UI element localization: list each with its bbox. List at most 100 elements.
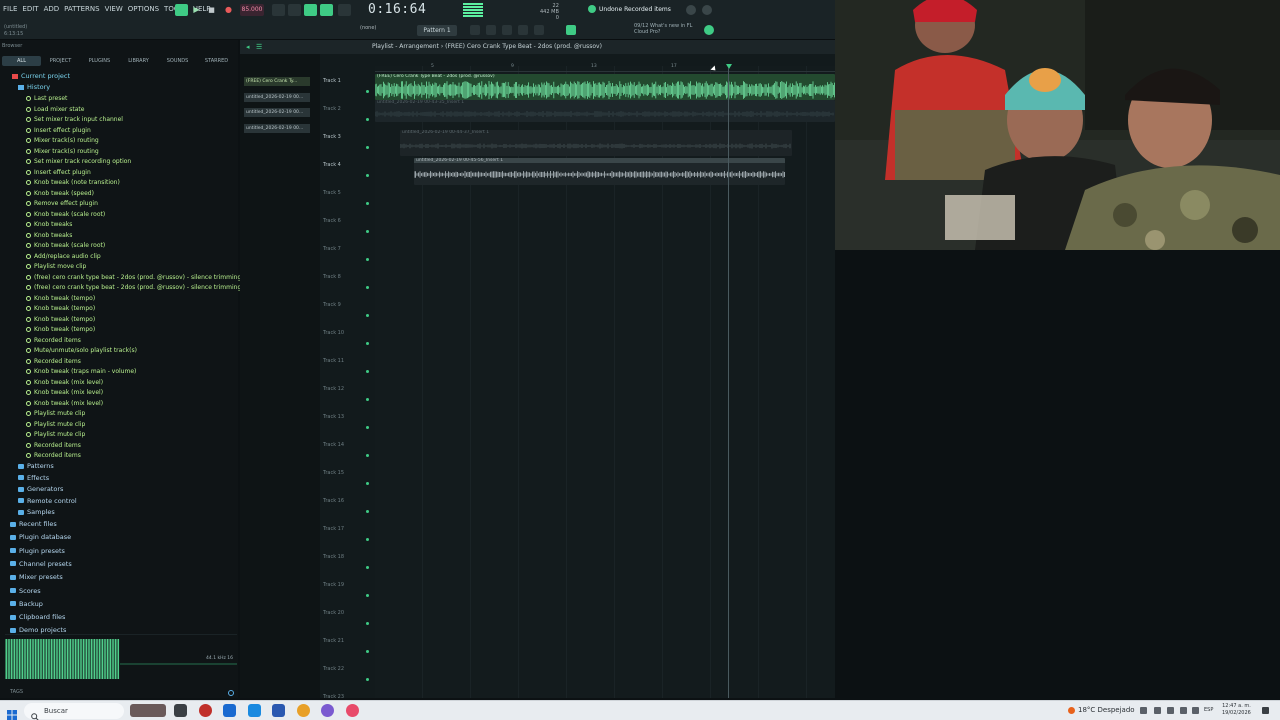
audio-clip[interactable]: untitled_2026-02-19 00-45-56_Insert 1 [414,158,785,185]
history-item[interactable]: Knob tweaks [26,232,72,239]
track-label[interactable]: Track 9 [323,302,341,308]
history-item[interactable]: Knob tweak (scale root) [26,211,105,218]
track-mute-led[interactable] [366,622,369,625]
menu-options[interactable]: OPTIONS [128,5,159,13]
edge-icon[interactable] [248,704,261,717]
track-label[interactable]: Track 2 [323,106,341,112]
app-icon[interactable] [346,704,359,717]
history-item[interactable]: (free) cero crank type beat - 2dos (prod… [26,284,271,291]
history-item[interactable]: Knob tweak (mix level) [26,400,103,407]
history-item[interactable]: Remove effect plugin [26,200,98,207]
history-item[interactable]: Playlist mute clip [26,410,85,417]
track-mute-led[interactable] [366,146,369,149]
history-item[interactable]: Knob tweak (tempo) [26,316,95,323]
file-explorer-icon[interactable] [223,704,236,717]
track-label[interactable]: Track 8 [323,274,341,280]
browser-folder-mixer-presets[interactable]: Mixer presets [10,573,63,581]
track-label[interactable]: Track 18 [323,554,344,560]
audio-clip[interactable]: (FREE) Cero Crank Type Beat - 2dos (prod… [375,74,835,100]
history-item[interactable]: Set mixer track input channel [26,116,123,123]
track-label[interactable]: Track 4 [323,162,341,168]
tab-library[interactable]: LIBRARY [119,56,158,66]
track-mute-led[interactable] [366,650,369,653]
snap-selector[interactable]: (none) [360,25,376,31]
track-mute-led[interactable] [366,510,369,513]
track-label[interactable]: Track 5 [323,190,341,196]
chrome-icon[interactable] [297,704,310,717]
history-item[interactable]: Knob tweak (mix level) [26,389,103,396]
piano-roll-icon[interactable] [486,25,496,35]
track-label[interactable]: Track 10 [323,330,344,336]
menu-view[interactable]: VIEW [105,5,123,13]
store-icon[interactable] [272,704,285,717]
taskbar-clock[interactable]: 12:47 a. m. 19/02/2026 [1222,703,1251,717]
menu-file[interactable]: FILE [3,5,17,13]
history-item[interactable]: Mixer track(s) routing [26,137,99,144]
history-item[interactable]: Knob tweak (tempo) [26,305,95,312]
browser-folder-scores[interactable]: Scores [10,587,41,595]
playhead-marker[interactable] [726,64,732,69]
track-label[interactable]: Track 17 [323,526,344,532]
tab-project[interactable]: PROJECT [41,56,80,66]
menu-icon[interactable]: ☰ [256,43,264,51]
track-mute-led[interactable] [366,314,369,317]
track-label[interactable]: Track 22 [323,666,344,672]
countdown-icon[interactable] [304,4,317,16]
history-item[interactable]: Mute/unmute/solo playlist track(s) [26,347,137,354]
history-item[interactable]: Playlist mute clip [26,431,85,438]
track-mute-led[interactable] [366,286,369,289]
search-highlight-icon[interactable] [130,704,166,717]
network-icon[interactable] [1167,707,1174,714]
track-mute-led[interactable] [366,454,369,457]
track-mute-led[interactable] [366,538,369,541]
pattern-song-toggle[interactable] [175,4,188,16]
history-item[interactable]: Mixer track(s) routing [26,148,99,155]
current-project-folder[interactable]: Current project [12,72,70,80]
history-item[interactable]: Insert effect plugin [26,169,91,176]
history-item[interactable]: Set mixer track recording option [26,158,131,165]
history-item[interactable]: Knob tweak (tempo) [26,295,95,302]
track-label[interactable]: Track 16 [323,498,344,504]
history-item[interactable]: Last preset [26,95,67,102]
browser-folder-backup[interactable]: Backup [10,600,43,608]
browser-folder-recent-files[interactable]: Recent files [10,520,57,528]
history-item[interactable]: Playlist mute clip [26,421,85,428]
track-label[interactable]: Track 13 [323,414,344,420]
fl-studio-taskbar-icon[interactable] [199,704,212,717]
search-icon[interactable] [228,690,234,696]
mixer-icon[interactable] [518,25,528,35]
track-label[interactable]: Track 1 [323,78,341,84]
metronome-icon[interactable] [272,4,285,16]
track-label[interactable]: Track 3 [323,134,341,140]
picker-clip[interactable]: (FREE) Cero Crank Ty... [244,77,310,86]
audio-clip-muted[interactable]: untitled_2026-02-19 00-43-35_Insert 1 [375,100,835,122]
playlist-icon[interactable] [470,25,480,35]
menu-edit[interactable]: EDIT [22,5,38,13]
picker-clip[interactable]: untitled_2026-02-19 00... [244,93,310,102]
browser-folder-channel-presets[interactable]: Channel presets [10,560,72,568]
download-icon[interactable] [702,5,712,15]
arrow-left-icon[interactable]: ◂ [246,43,254,51]
history-item[interactable]: Knob tweak (mix level) [26,379,103,386]
tags-label[interactable]: TAGS [10,689,23,695]
taskbar-search[interactable]: Buscar [24,703,124,719]
history-item[interactable]: (free) cero crank type beat - 2dos (prod… [26,274,271,281]
cloud-icon[interactable] [1192,707,1199,714]
track-mute-led[interactable] [366,230,369,233]
weather-widget[interactable]: 18°C Despejado [1068,706,1135,714]
history-item[interactable]: Knob tweak (scale root) [26,242,105,249]
track-label[interactable]: Track 19 [323,582,344,588]
project-folder-effects[interactable]: Effects [18,474,49,482]
channel-rack-icon[interactable] [502,25,512,35]
track-mute-led[interactable] [366,174,369,177]
obs-icon[interactable] [321,704,334,717]
stop-button[interactable]: ■ [205,4,218,16]
play-button[interactable]: ▶ [190,4,203,16]
track-label[interactable]: Track 20 [323,610,344,616]
history-folder[interactable]: History [18,83,50,91]
browser-folder-clipboard-files[interactable]: Clipboard files [10,613,65,621]
project-folder-generators[interactable]: Generators [18,485,63,493]
browser-folder-plugin-presets[interactable]: Plugin presets [10,547,65,555]
history-item[interactable]: Knob tweaks [26,221,72,228]
project-folder-patterns[interactable]: Patterns [18,462,54,470]
